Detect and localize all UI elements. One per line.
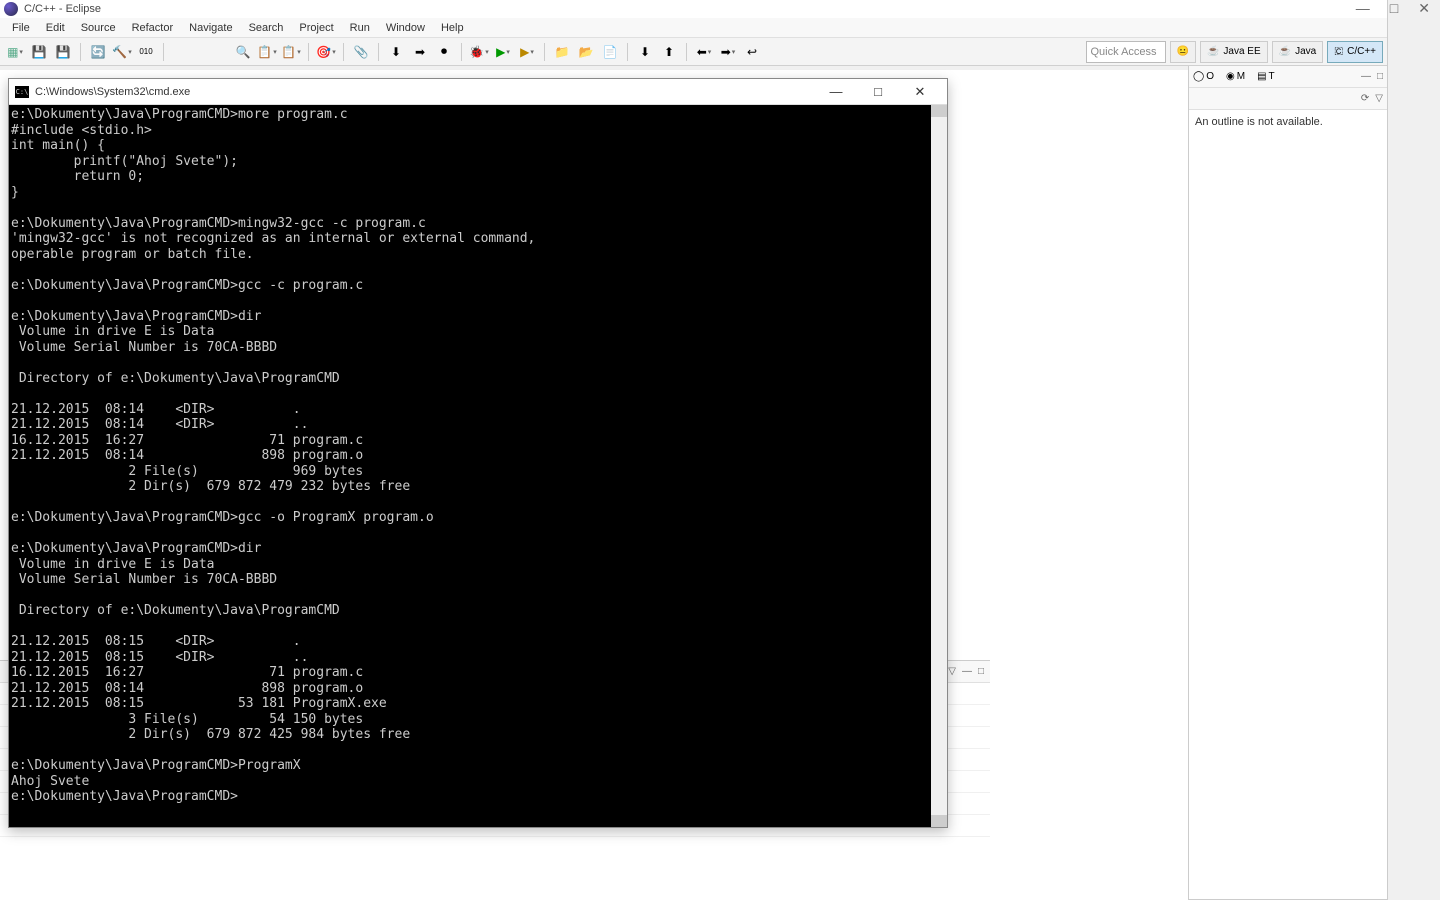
view-menu-icon[interactable]: ▽: [948, 666, 956, 677]
cmd-title: C:\Windows\System32\cmd.exe: [35, 86, 190, 98]
right-panels: ◯ O ◉ M ▤ T — □ ⟳ ▽ An outline is not av…: [1189, 66, 1387, 900]
view-menu-icon[interactable]: ▽: [1375, 93, 1383, 104]
cmd-close-button[interactable]: ✕: [899, 80, 941, 104]
external-tools-button[interactable]: ▶▾: [516, 41, 538, 63]
terminate-button[interactable]: ⏺: [433, 41, 455, 63]
menu-bar: File Edit Source Refactor Navigate Searc…: [0, 18, 1387, 38]
new-button[interactable]: ▦▾: [4, 41, 26, 63]
import-button[interactable]: ⬇: [634, 41, 656, 63]
open-perspective-button[interactable]: 😐: [1170, 41, 1196, 63]
step-into-button[interactable]: ⬇: [385, 41, 407, 63]
binary-button[interactable]: 010: [135, 41, 157, 63]
nav-last-button[interactable]: ↩: [741, 41, 763, 63]
menu-window[interactable]: Window: [378, 20, 433, 36]
new-folder-button[interactable]: 📂: [575, 41, 597, 63]
maximize-view-icon[interactable]: □: [978, 666, 984, 677]
eclipse-title-bar: C/C++ - Eclipse — □ ✕: [0, 0, 1387, 18]
menu-edit[interactable]: Edit: [38, 20, 73, 36]
perspective-cpp[interactable]: 🇨 C/C++: [1327, 41, 1383, 63]
debug-button[interactable]: 🐞▾: [468, 41, 490, 63]
eclipse-minimize-button[interactable]: —: [1356, 0, 1370, 17]
tab-tasklist[interactable]: ▤ T: [1257, 71, 1275, 82]
menu-file[interactable]: File: [4, 20, 38, 36]
save-button[interactable]: 💾: [28, 41, 50, 63]
minimize-view-icon[interactable]: —: [962, 666, 972, 677]
tab-outline[interactable]: ◯ O: [1193, 71, 1214, 82]
cmd-titlebar[interactable]: C:\ C:\Windows\System32\cmd.exe — □ ✕: [9, 79, 947, 105]
nav-forward-button[interactable]: ➡▾: [717, 41, 739, 63]
maximize-view-icon[interactable]: □: [1377, 71, 1383, 82]
quick-access[interactable]: Quick Access: [1086, 41, 1166, 63]
nav-back-button[interactable]: ⬅▾: [693, 41, 715, 63]
scroll-down-icon[interactable]: [931, 815, 947, 827]
cmd-maximize-button[interactable]: □: [857, 80, 899, 104]
eclipse-icon: [4, 2, 18, 16]
collapse-icon[interactable]: ⟳: [1361, 93, 1369, 104]
new-file-button[interactable]: 📄: [599, 41, 621, 63]
cmd-output[interactable]: e:\Dokumenty\Java\ProgramCMD>more progra…: [9, 105, 931, 827]
export-button[interactable]: ⬆: [658, 41, 680, 63]
menu-project[interactable]: Project: [291, 20, 341, 36]
toolbar: ▦▾ 💾 💾 🔄 🔨▾ 010 🔍 📋▾ 📋▾ 🎯▾ 📎 ⬇ ➡ ⏺ 🐞▾ ▶▾…: [0, 38, 1387, 66]
menu-search[interactable]: Search: [241, 20, 292, 36]
eclipse-title: C/C++ - Eclipse: [24, 3, 101, 15]
scroll-up-icon[interactable]: [931, 105, 947, 117]
cmd-minimize-button[interactable]: —: [815, 80, 857, 104]
eclipse-maximize-button[interactable]: □: [1390, 0, 1398, 17]
cmd-window: C:\ C:\Windows\System32\cmd.exe — □ ✕ e:…: [8, 78, 948, 828]
open-task-button[interactable]: 📋▾: [280, 41, 302, 63]
step-over-button[interactable]: ➡: [409, 41, 431, 63]
tab-make[interactable]: ◉ M: [1226, 71, 1245, 82]
perspective-javaee[interactable]: ☕ Java EE: [1200, 41, 1268, 63]
outline-body: An outline is not available.: [1189, 110, 1387, 899]
perspective-java[interactable]: ☕ Java: [1272, 41, 1324, 63]
eclipse-close-button[interactable]: ✕: [1418, 0, 1430, 17]
new-project-button[interactable]: 📁: [551, 41, 573, 63]
menu-run[interactable]: Run: [342, 20, 378, 36]
menu-help[interactable]: Help: [433, 20, 472, 36]
save-all-button[interactable]: 💾: [52, 41, 74, 63]
build-button[interactable]: 🔨▾: [111, 41, 133, 63]
annotation-button[interactable]: 📎: [350, 41, 372, 63]
cmd-icon: C:\: [15, 86, 29, 98]
cmd-scrollbar[interactable]: [931, 105, 947, 827]
target-button[interactable]: 🎯▾: [315, 41, 337, 63]
search-button[interactable]: 🔍: [232, 41, 254, 63]
switch-button[interactable]: 🔄: [87, 41, 109, 63]
minimize-view-icon[interactable]: —: [1361, 71, 1371, 82]
run-button[interactable]: ▶▾: [492, 41, 514, 63]
menu-navigate[interactable]: Navigate: [181, 20, 240, 36]
menu-source[interactable]: Source: [73, 20, 124, 36]
open-type-button[interactable]: 📋▾: [256, 41, 278, 63]
menu-refactor[interactable]: Refactor: [124, 20, 182, 36]
